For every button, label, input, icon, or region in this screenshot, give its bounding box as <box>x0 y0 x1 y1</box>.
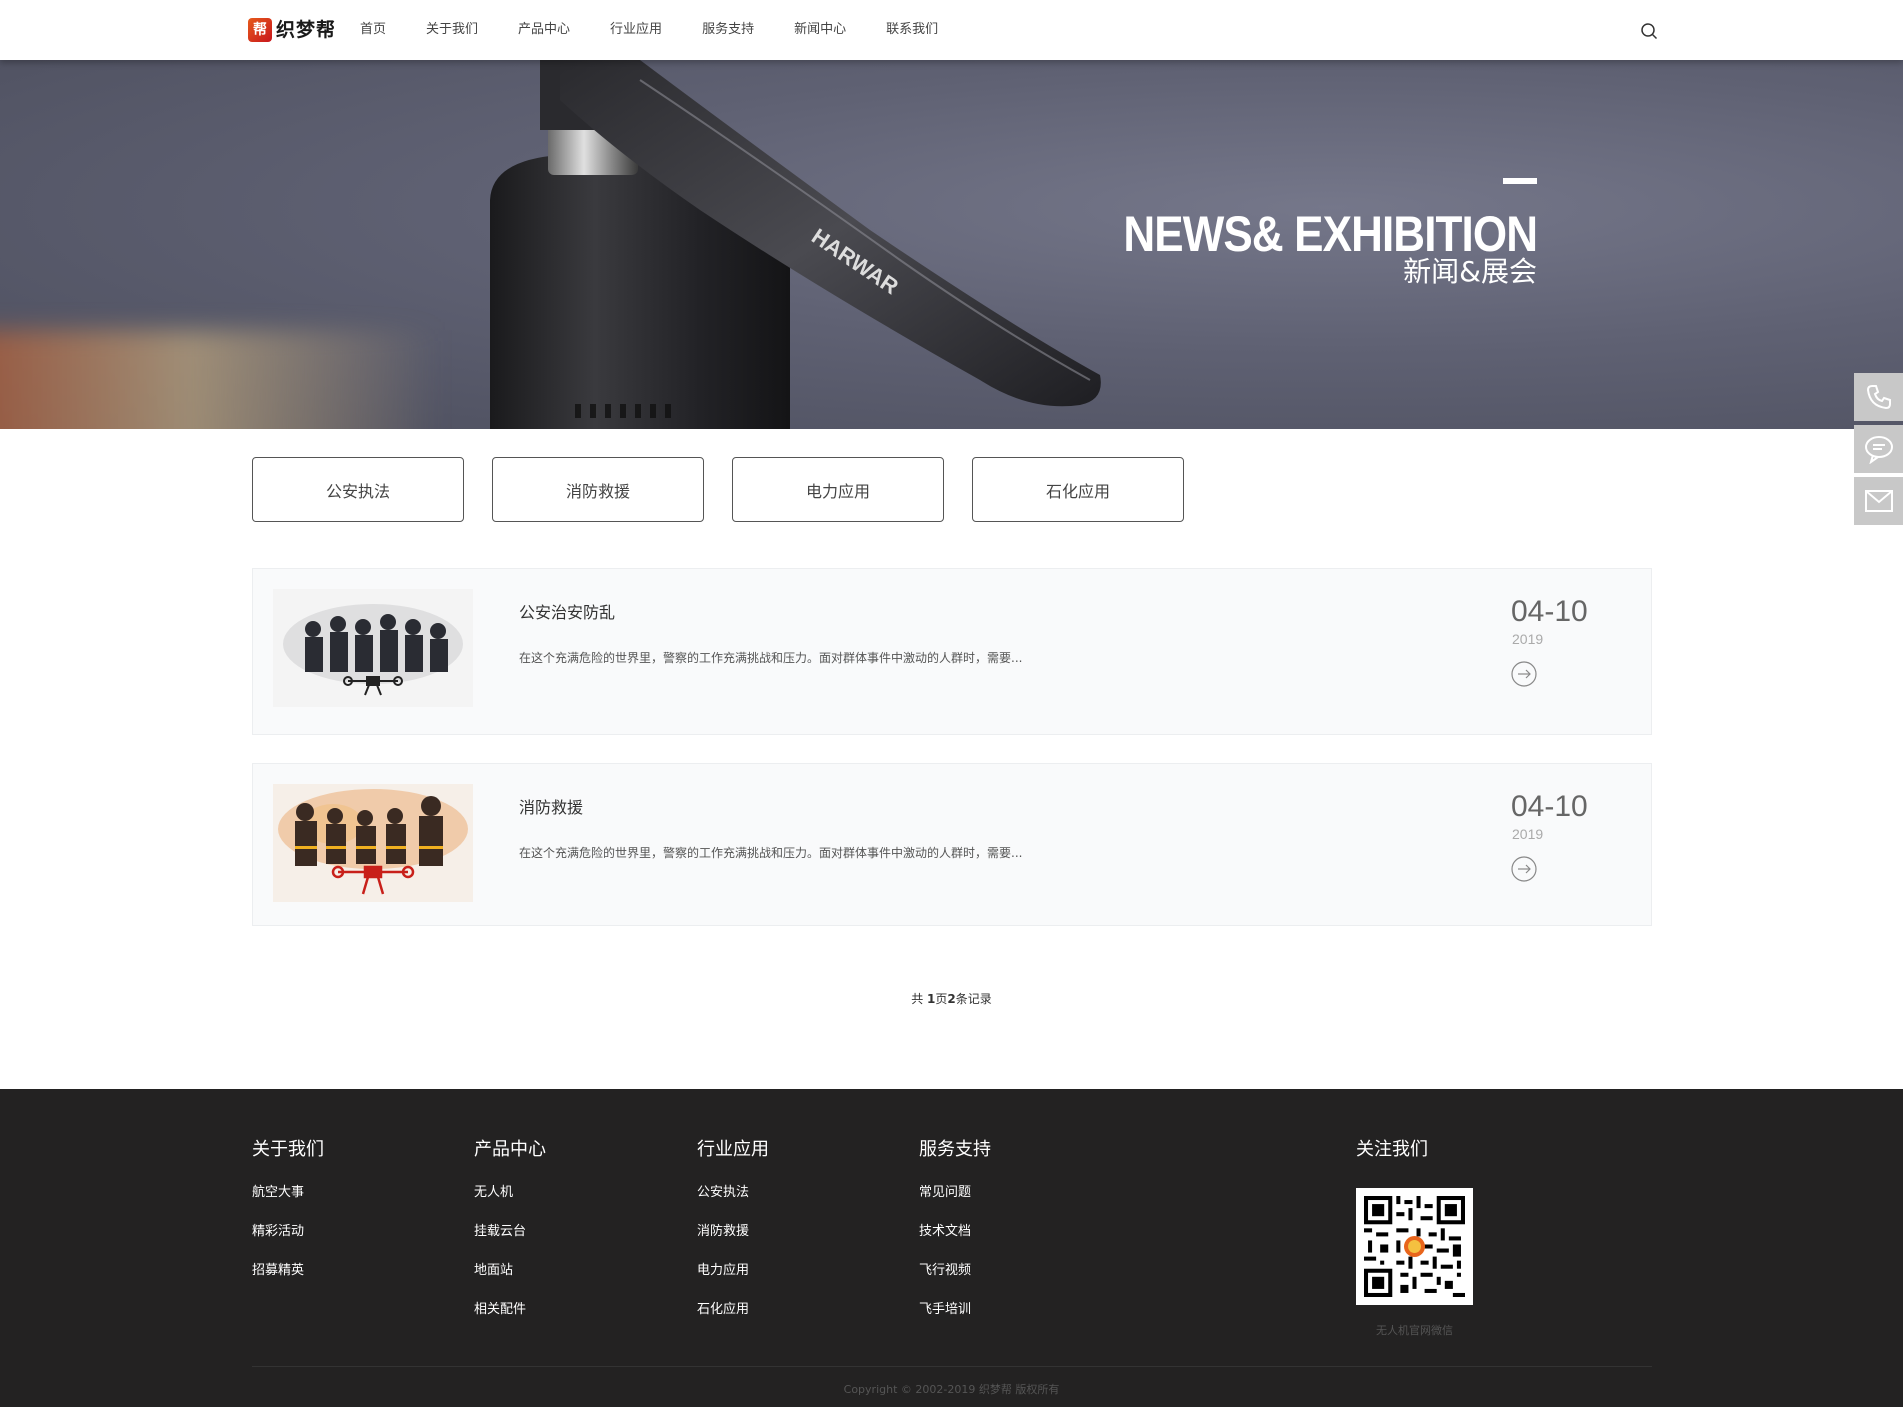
footer-col-title: 产品中心 <box>474 1139 546 1160</box>
news-year: 2019 <box>1512 631 1544 647</box>
footer-col-title: 行业应用 <box>697 1139 769 1160</box>
logo[interactable]: 帮 织梦帮 <box>248 16 336 44</box>
nav-support[interactable]: 服务支持 <box>702 0 754 60</box>
news-year: 2019 <box>1512 826 1544 842</box>
pagination-summary: 共 1页2条记录 <box>0 990 1903 1007</box>
nav-news[interactable]: 新闻中心 <box>794 0 846 60</box>
mail-button[interactable] <box>1854 477 1903 525</box>
footer-col-support: 服务支持 常见问题 技术文档 飞行视频 飞手培训 <box>919 1135 991 1337</box>
chat-button[interactable] <box>1854 425 1903 473</box>
phone-button[interactable] <box>1854 373 1903 421</box>
arrow-right-icon[interactable] <box>1511 661 1537 687</box>
nav-industry[interactable]: 行业应用 <box>610 0 662 60</box>
footer-link[interactable]: 精彩活动 <box>252 1220 324 1239</box>
main-nav: 首页 关于我们 产品中心 行业应用 服务支持 新闻中心 联系我们 <box>360 0 978 60</box>
footer-link[interactable]: 技术文档 <box>919 1220 991 1239</box>
search-icon[interactable] <box>1640 22 1658 40</box>
footer-link[interactable]: 常见问题 <box>919 1181 991 1200</box>
phone-icon <box>1866 385 1891 410</box>
news-thumbnail-police[interactable] <box>273 589 473 707</box>
footer-col-products: 产品中心 无人机 挂载云台 地面站 相关配件 <box>474 1135 546 1337</box>
news-date: 04-10 <box>1511 790 1588 823</box>
news-title[interactable]: 消防救援 <box>519 794 583 818</box>
site-footer: 关于我们 航空大事 精彩活动 招募精英 产品中心 无人机 挂载云台 地面站 相关… <box>0 1089 1903 1407</box>
site-header: 帮 织梦帮 首页 关于我们 产品中心 行业应用 服务支持 新闻中心 联系我们 <box>0 0 1903 60</box>
qr-caption: 无人机官网微信 <box>1376 1324 1453 1337</box>
footer-link[interactable]: 航空大事 <box>252 1181 324 1200</box>
footer-col-title: 关注我们 <box>1356 1139 1428 1160</box>
footer-link[interactable]: 消防救援 <box>697 1220 769 1239</box>
logo-mark: 帮 <box>248 18 272 42</box>
tab-petrochemical[interactable]: 石化应用 <box>972 457 1184 522</box>
tab-police[interactable]: 公安执法 <box>252 457 464 522</box>
news-description: 在这个充满危险的世界里，警察的工作充满挑战和压力。面对群体事件中激动的人群时，需… <box>519 846 1023 860</box>
banner-title-cn: 新闻&展会 <box>1403 255 1537 288</box>
hero-banner: HARWAR NEWS& EXHIBITION 新闻&展会 <box>0 60 1903 429</box>
category-tabs: 公安执法 消防救援 电力应用 石化应用 <box>252 457 1212 522</box>
news-title[interactable]: 公安治安防乱 <box>519 599 615 623</box>
banner-dash <box>1503 178 1537 184</box>
chat-icon <box>1864 436 1893 464</box>
propeller-image: HARWAR <box>490 60 1101 429</box>
footer-col-industry: 行业应用 公安执法 消防救援 电力应用 石化应用 <box>697 1135 769 1337</box>
tab-power[interactable]: 电力应用 <box>732 457 944 522</box>
copyright: Copyright © 2002-2019 织梦帮 版权所有 <box>843 1383 1060 1396</box>
pager-mid: 页 <box>935 992 948 1006</box>
footer-link[interactable]: 招募精英 <box>252 1259 324 1278</box>
pager-suffix: 条记录 <box>955 992 992 1006</box>
footer-link[interactable]: 飞手培训 <box>919 1298 991 1317</box>
news-description: 在这个充满危险的世界里，警察的工作充满挑战和压力。面对群体事件中激动的人群时，需… <box>519 651 1023 665</box>
qr-code-graphic <box>1364 1196 1465 1297</box>
footer-link[interactable]: 石化应用 <box>697 1298 769 1317</box>
nav-contact[interactable]: 联系我们 <box>886 0 938 60</box>
footer-link[interactable]: 电力应用 <box>697 1259 769 1278</box>
nav-home[interactable]: 首页 <box>360 0 386 60</box>
footer-link[interactable]: 无人机 <box>474 1181 546 1200</box>
mail-icon <box>1864 490 1893 512</box>
pager-record-count: 2 <box>947 992 956 1006</box>
footer-link[interactable]: 公安执法 <box>697 1181 769 1200</box>
pager-prefix: 共 <box>911 992 928 1006</box>
logo-text: 织梦帮 <box>276 19 337 41</box>
nav-products[interactable]: 产品中心 <box>518 0 570 60</box>
tab-fire-rescue[interactable]: 消防救援 <box>492 457 704 522</box>
footer-link[interactable]: 地面站 <box>474 1259 546 1278</box>
footer-col-about: 关于我们 航空大事 精彩活动 招募精英 <box>252 1135 324 1298</box>
footer-col-title: 关于我们 <box>252 1139 324 1160</box>
news-item[interactable]: 消防救援 在这个充满危险的世界里，警察的工作充满挑战和压力。面对群体事件中激动的… <box>252 763 1652 926</box>
nav-about[interactable]: 关于我们 <box>426 0 478 60</box>
news-item[interactable]: 公安治安防乱 在这个充满危险的世界里，警察的工作充满挑战和压力。面对群体事件中激… <box>252 568 1652 735</box>
news-thumbnail-fire-rescue[interactable] <box>273 784 473 902</box>
footer-divider <box>252 1366 1652 1367</box>
footer-col-title: 服务支持 <box>919 1139 991 1160</box>
footer-link[interactable]: 相关配件 <box>474 1298 546 1317</box>
wechat-qr-code <box>1356 1188 1473 1305</box>
floating-contact-bar <box>1854 373 1903 529</box>
footer-col-follow: 关注我们 <box>1356 1135 1428 1181</box>
news-date: 04-10 <box>1511 595 1588 628</box>
footer-link[interactable]: 挂载云台 <box>474 1220 546 1239</box>
arrow-right-icon[interactable] <box>1511 856 1537 882</box>
footer-link[interactable]: 飞行视频 <box>919 1259 991 1278</box>
